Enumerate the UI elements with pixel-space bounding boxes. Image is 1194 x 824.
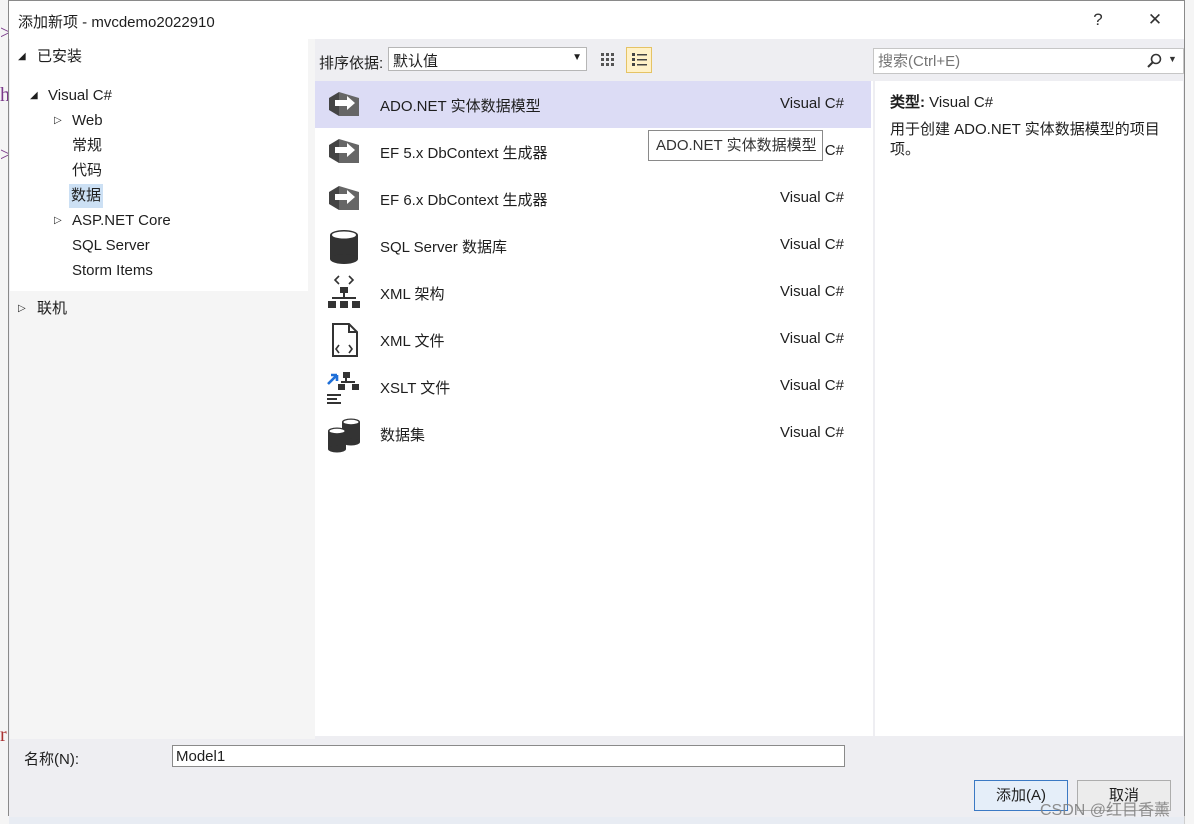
sort-by-dropdown[interactable]: 默认值 ▼	[388, 47, 587, 71]
name-input[interactable]	[172, 745, 845, 767]
list-item[interactable]: ADO.NET 实体数据模型 Visual C#	[315, 81, 871, 128]
search-icon[interactable]	[1146, 53, 1162, 69]
title-bar: 添加新项 - mvcdemo2022910 ? ✕	[9, 1, 1184, 39]
chevron-down-icon[interactable]: ▼	[1168, 54, 1177, 64]
grid-view-icon	[601, 53, 614, 66]
tree-node-storm-items[interactable]: Storm Items	[72, 259, 153, 283]
list-item-language: Visual C#	[780, 424, 844, 441]
list-item[interactable]: SQL Server 数据库 Visual C#	[315, 222, 871, 269]
dbcontext-generator-icon	[329, 139, 359, 163]
list-item-language: Visual C#	[780, 95, 844, 112]
expand-triangle-icon[interactable]: ▷	[54, 209, 62, 233]
tree-node-online[interactable]: 联机	[37, 297, 67, 321]
tree-node-web[interactable]: Web	[72, 109, 103, 133]
detail-type-value: Visual C#	[929, 94, 994, 111]
bottom-bar: 名称(N): 添加(A) 取消	[9, 739, 1184, 817]
list-item-language: Visual C#	[780, 236, 844, 253]
list-item[interactable]: 数据集 Visual C#	[315, 410, 871, 457]
list-view-icon	[632, 53, 647, 66]
detail-type: 类型: Visual C#	[890, 91, 993, 112]
list-item[interactable]: EF 6.x DbContext 生成器 Visual C#	[315, 175, 871, 222]
detail-type-label: 类型:	[890, 94, 925, 111]
small-icons-view-button[interactable]	[595, 47, 621, 73]
detail-pane: 类型: Visual C# 用于创建 ADO.NET 实体数据模型的项目项。	[875, 81, 1183, 736]
close-button[interactable]: ✕	[1139, 7, 1171, 33]
installed-tree: ◢ 已安装 ◢ Visual C# ▷ Web 常规 代码 数据 ▷ ASP.N…	[10, 39, 308, 291]
search-box[interactable]: ▼	[873, 48, 1184, 74]
search-input[interactable]	[878, 51, 1128, 71]
tree-node-sql-server[interactable]: SQL Server	[72, 234, 150, 258]
collapse-triangle-icon[interactable]: ◢	[18, 45, 26, 69]
list-item-name: EF 6.x DbContext 生成器	[380, 192, 548, 209]
background-glyph: r	[0, 724, 7, 746]
name-label: 名称(N):	[24, 751, 79, 768]
tree-node-aspnet-core[interactable]: ASP.NET Core	[72, 209, 171, 233]
help-button[interactable]: ?	[1082, 7, 1114, 33]
list-item-language: Visual C#	[780, 283, 844, 300]
collapse-triangle-icon[interactable]: ◢	[30, 84, 38, 108]
template-tree-pane: ◢ 已安装 ◢ Visual C# ▷ Web 常规 代码 数据 ▷ ASP.N…	[10, 39, 315, 739]
list-item-name: EF 5.x DbContext 生成器	[380, 145, 548, 162]
list-item-name: XML 文件	[380, 333, 445, 350]
list-item-name: SQL Server 数据库	[380, 239, 507, 256]
sort-by-label: 排序依据:	[319, 55, 384, 72]
list-item-language: Visual C#	[780, 377, 844, 394]
template-list: ADO.NET 实体数据模型 Visual C# EF 5.x DbContex…	[315, 81, 873, 736]
tree-node-code[interactable]: 代码	[72, 159, 102, 183]
tree-node-visual-csharp[interactable]: Visual C#	[48, 84, 112, 108]
sort-by-value: 默认值	[393, 53, 439, 70]
xml-file-icon	[332, 323, 358, 357]
list-item[interactable]: XML 架构 Visual C#	[315, 269, 871, 316]
dialog-title: 添加新项 - mvcdemo2022910	[18, 14, 215, 31]
chevron-down-icon: ▼	[572, 52, 582, 63]
detail-description: 用于创建 ADO.NET 实体数据模型的项目项。	[890, 121, 1160, 158]
tree-node-general[interactable]: 常规	[72, 134, 102, 158]
list-item[interactable]: XML 文件 Visual C#	[315, 316, 871, 363]
item-tooltip: ADO.NET 实体数据模型	[648, 130, 823, 161]
expand-triangle-icon[interactable]: ▷	[54, 109, 62, 133]
list-view-button[interactable]	[626, 47, 652, 73]
entity-model-icon	[329, 92, 359, 116]
dbcontext-generator-icon	[329, 186, 359, 210]
background-editor-strip-right	[1184, 0, 1194, 824]
watermark: CSDN @红目香薰	[1040, 802, 1171, 819]
xml-schema-icon	[328, 275, 360, 308]
list-item-name: 数据集	[380, 427, 426, 444]
database-icon	[330, 230, 358, 264]
tree-node-installed[interactable]: 已安装	[37, 45, 82, 69]
tree-node-data[interactable]: 数据	[69, 184, 104, 208]
list-item-language: Visual C#	[780, 330, 844, 347]
list-item-language: Visual C#	[780, 189, 844, 206]
add-new-item-dialog: 添加新项 - mvcdemo2022910 ? ✕ ◢ 已安装 ◢ Visual…	[8, 0, 1185, 817]
dataset-icon	[328, 418, 360, 453]
list-item[interactable]: XSLT 文件 Visual C#	[315, 363, 871, 410]
expand-triangle-icon[interactable]: ▷	[18, 297, 26, 321]
list-item-name: ADO.NET 实体数据模型	[380, 98, 541, 115]
xslt-file-icon	[327, 372, 359, 404]
list-item-name: XML 架构	[380, 286, 445, 303]
list-item-name: XSLT 文件	[380, 380, 451, 397]
